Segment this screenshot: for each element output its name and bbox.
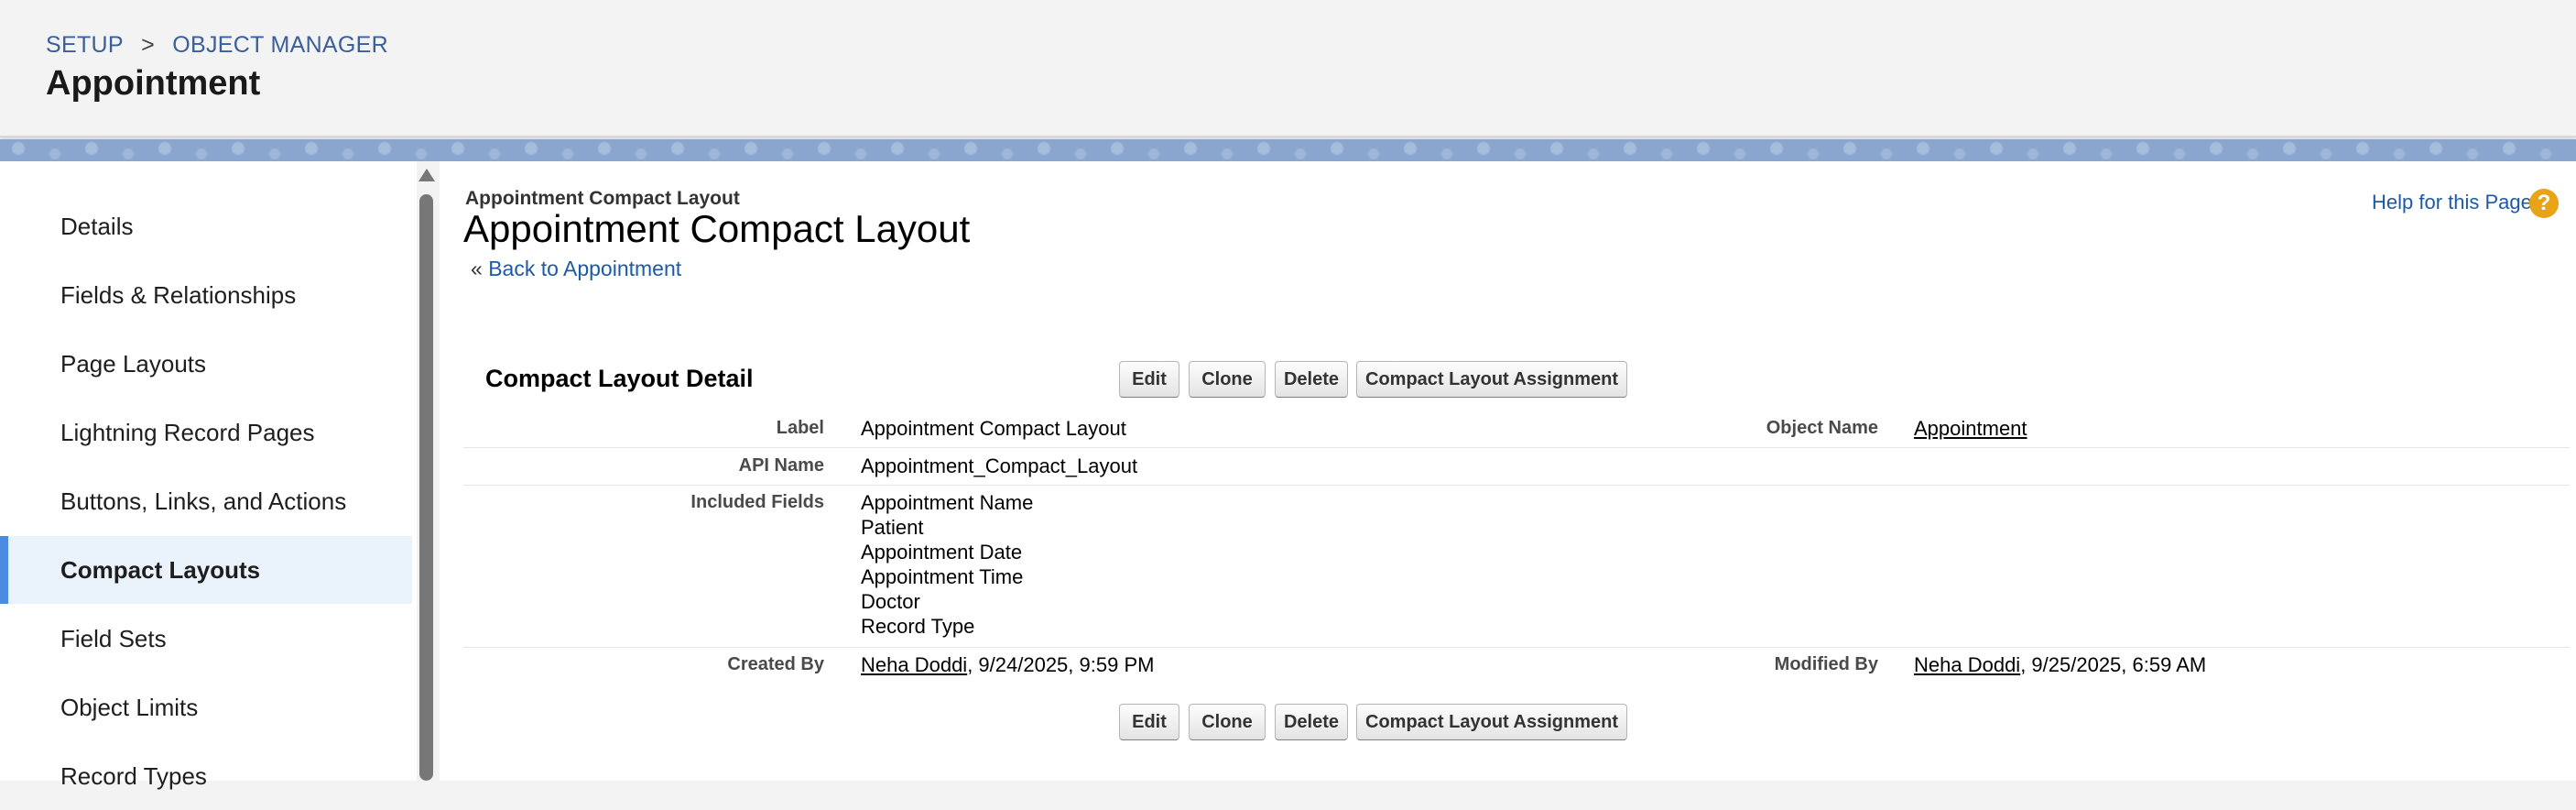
- sidebar-item-compact-layouts[interactable]: Compact Layouts: [0, 536, 412, 604]
- included-field-item: Appointment Date: [861, 541, 1023, 564]
- included-field-item: Patient: [861, 516, 924, 539]
- sidebar-item-buttons-links-actions[interactable]: Buttons, Links, and Actions: [0, 467, 412, 535]
- api-name-label: API Name: [738, 455, 824, 476]
- sidebar-item-fields-relationships[interactable]: Fields & Relationships: [0, 261, 412, 329]
- scroll-up-arrow-icon[interactable]: [418, 169, 435, 181]
- decorative-banner: [0, 139, 2576, 161]
- label-field-label: Label: [776, 418, 824, 438]
- included-field-item: Appointment Time: [861, 565, 1024, 588]
- label-field-value: Appointment Compact Layout: [861, 417, 1126, 440]
- row-divider: [463, 647, 2570, 648]
- section-title: Compact Layout Detail: [485, 365, 754, 392]
- included-field-item: Doctor: [861, 590, 920, 613]
- compact-layout-assignment-button-bottom[interactable]: Compact Layout Assignment: [1356, 704, 1627, 740]
- breadcrumb-setup[interactable]: SETUP: [46, 32, 124, 58]
- breadcrumb-separator: >: [141, 31, 156, 58]
- created-by-user-link[interactable]: Neha Doddi: [861, 653, 967, 676]
- modified-by-date: , 9/25/2025, 6:59 AM: [2020, 653, 2207, 676]
- delete-button[interactable]: Delete: [1275, 361, 1348, 398]
- sidebar-item-page-layouts[interactable]: Page Layouts: [0, 330, 412, 398]
- api-name-value: Appointment_Compact_Layout: [861, 454, 1138, 477]
- clone-button[interactable]: Clone: [1189, 361, 1266, 398]
- modified-by-label: Modified By: [1774, 654, 1878, 674]
- back-chevron-icon: «: [471, 257, 483, 280]
- included-field-item: Appointment Name: [861, 491, 1034, 514]
- sidebar-item-record-types[interactable]: Record Types: [0, 742, 412, 810]
- object-name-label: Object Name: [1766, 418, 1878, 438]
- included-field-item: Record Type: [861, 615, 975, 638]
- sidebar: Details Fields & Relationships Page Layo…: [0, 161, 417, 790]
- back-to-appointment-link[interactable]: Back to Appointment: [488, 257, 681, 280]
- compact-layout-assignment-button[interactable]: Compact Layout Assignment: [1356, 361, 1627, 398]
- object-name-link[interactable]: Appointment: [1914, 417, 2027, 440]
- sidebar-item-details[interactable]: Details: [0, 192, 412, 260]
- sidebar-item-field-sets[interactable]: Field Sets: [0, 605, 412, 673]
- page-title: Appointment: [46, 64, 261, 103]
- scrollbar-thumb[interactable]: [419, 194, 433, 781]
- clone-button-bottom[interactable]: Clone: [1189, 704, 1266, 740]
- layout-title: Appointment Compact Layout: [463, 207, 971, 250]
- included-fields-list: Appointment Name Patient Appointment Dat…: [861, 490, 1033, 639]
- help-icon[interactable]: ?: [2529, 189, 2559, 218]
- created-by-label: Created By: [727, 654, 824, 674]
- sidebar-item-object-limits[interactable]: Object Limits: [0, 673, 412, 741]
- breadcrumb: SETUP > OBJECT MANAGER: [46, 31, 388, 59]
- breadcrumb-object-manager[interactable]: OBJECT MANAGER: [172, 32, 388, 58]
- row-divider: [463, 485, 2570, 486]
- sidebar-item-lightning-record-pages[interactable]: Lightning Record Pages: [0, 399, 412, 466]
- modified-by-value: Neha Doddi, 9/25/2025, 6:59 AM: [1914, 653, 2206, 677]
- modified-by-user-link[interactable]: Neha Doddi: [1914, 653, 2020, 676]
- page-header: SETUP > OBJECT MANAGER Appointment: [0, 0, 2576, 137]
- row-divider: [463, 447, 2570, 448]
- help-for-this-page-link[interactable]: Help for this Page: [2372, 191, 2532, 214]
- back-link-container: « Back to Appointment: [471, 257, 681, 281]
- delete-button-bottom[interactable]: Delete: [1275, 704, 1348, 740]
- included-fields-label: Included Fields: [690, 492, 824, 512]
- edit-button[interactable]: Edit: [1119, 361, 1179, 398]
- edit-button-bottom[interactable]: Edit: [1119, 704, 1179, 740]
- created-by-value: Neha Doddi, 9/24/2025, 9:59 PM: [861, 653, 1154, 677]
- created-by-date: , 9/24/2025, 9:59 PM: [967, 653, 1155, 676]
- object-name-value: Appointment: [1914, 417, 2027, 441]
